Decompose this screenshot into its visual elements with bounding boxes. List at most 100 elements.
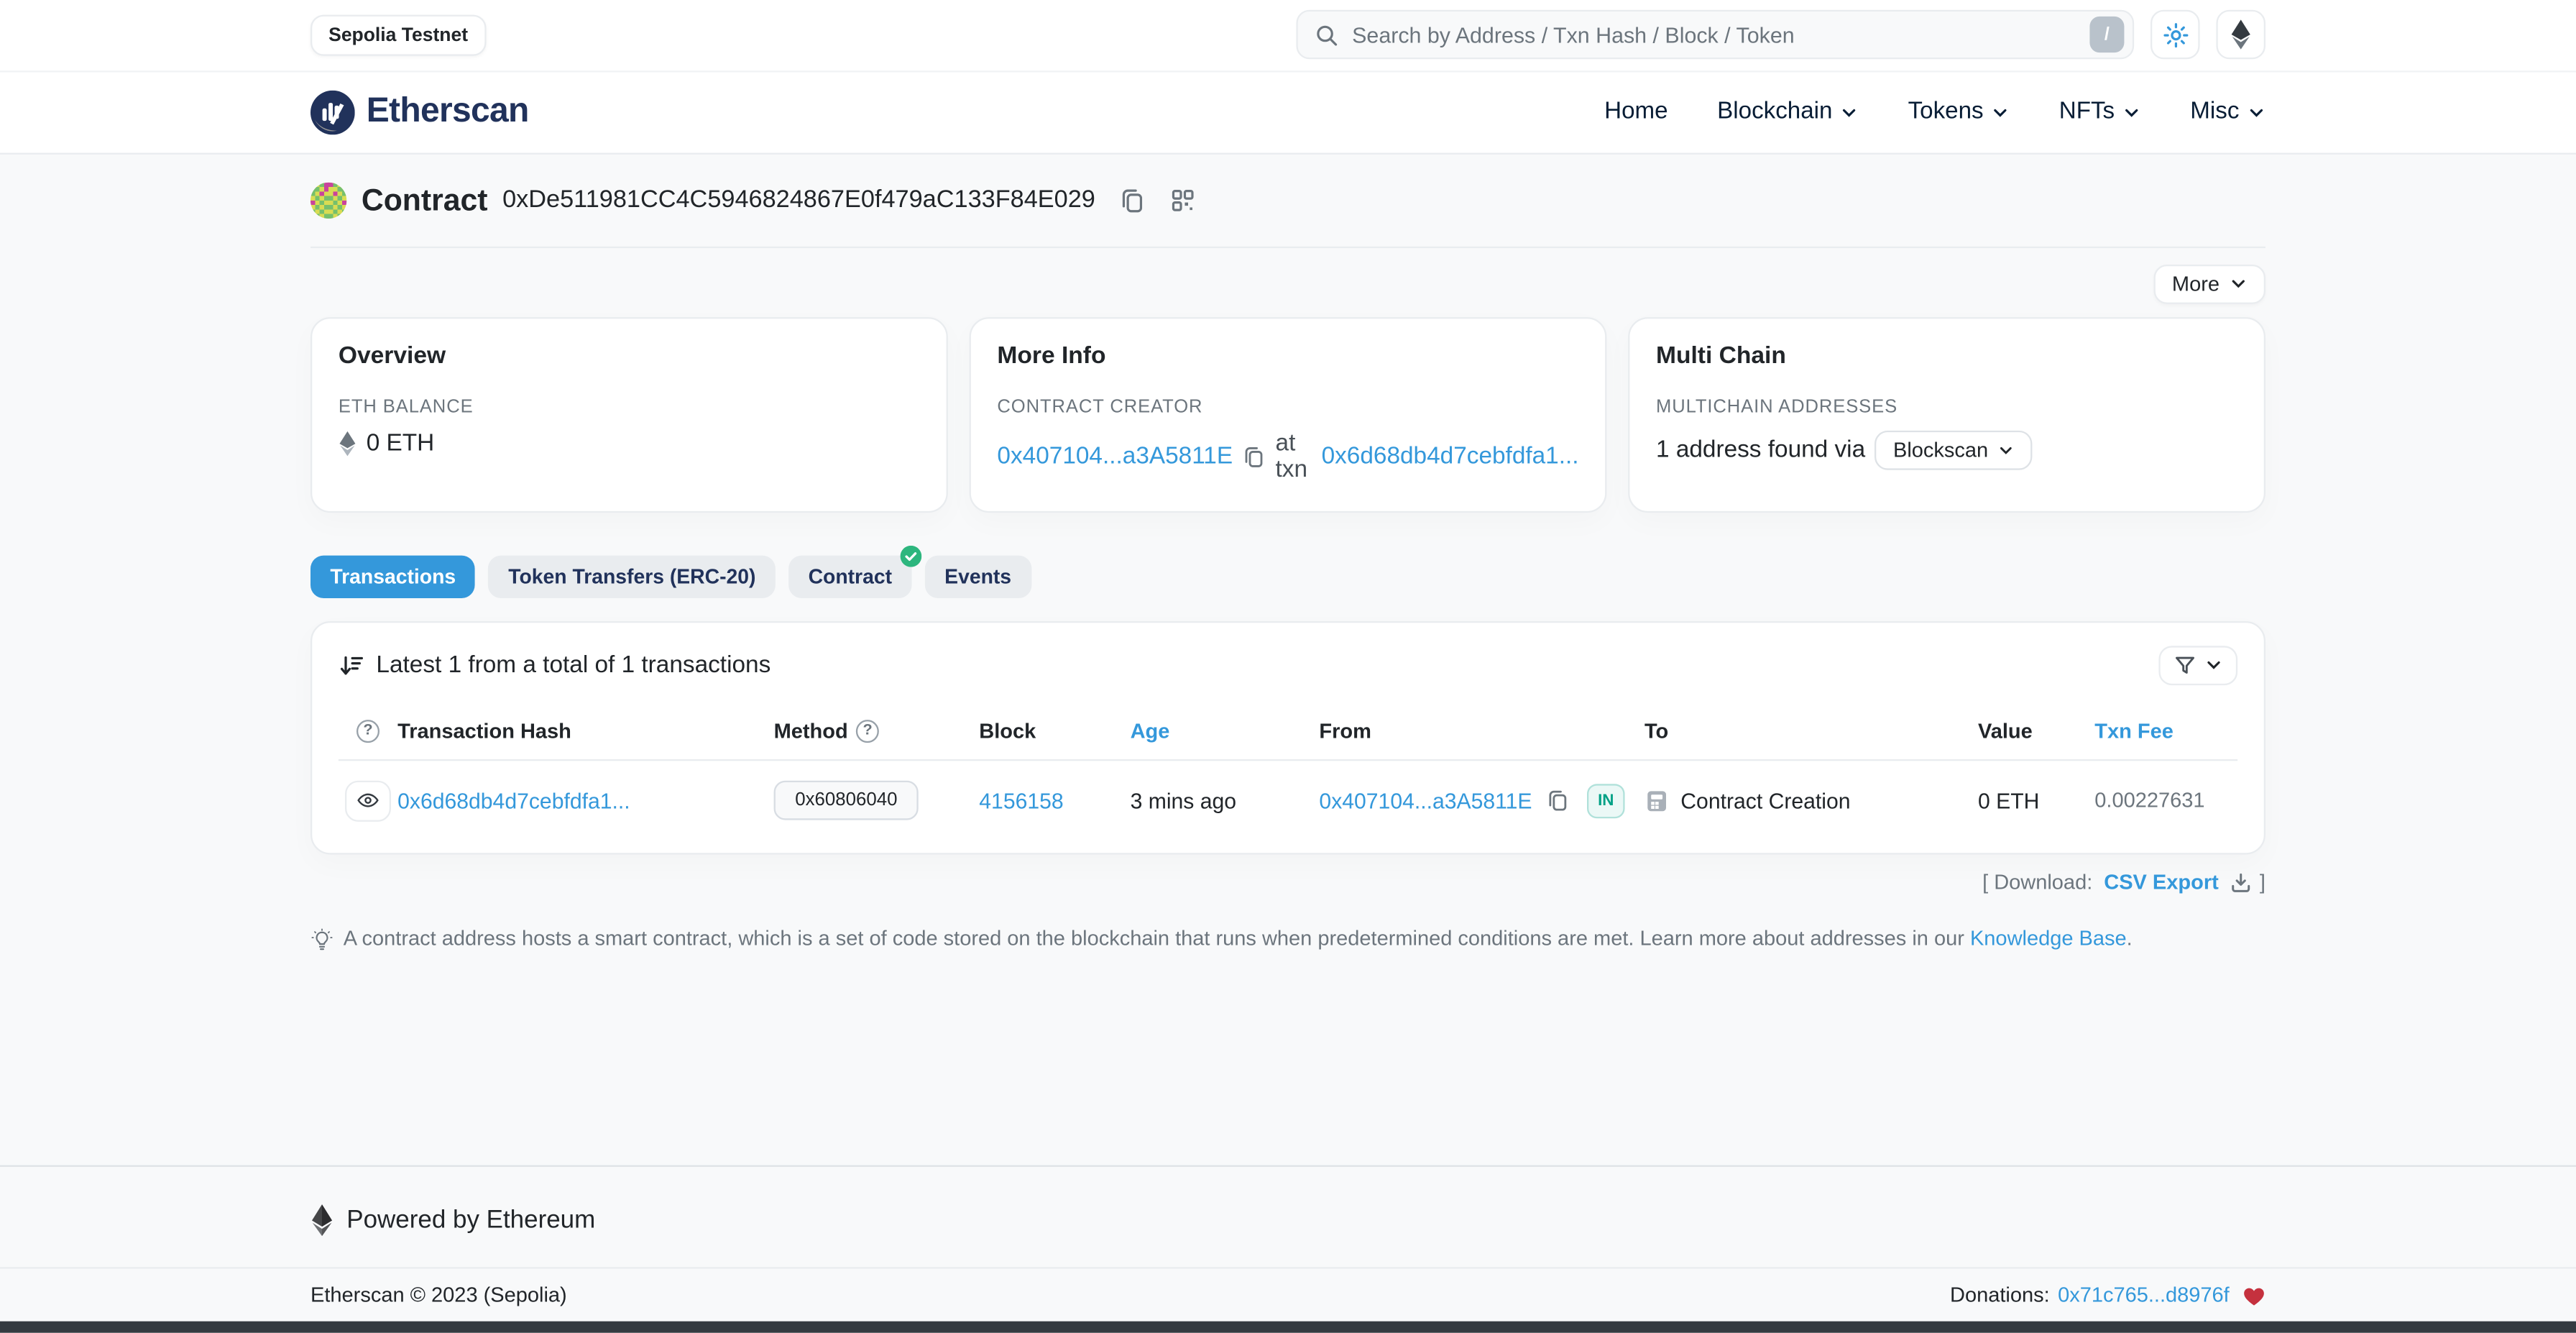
sun-icon bbox=[2161, 21, 2189, 49]
funnel-icon bbox=[2174, 654, 2196, 677]
from-cell: 0x407104...a3A5811E bbox=[1319, 788, 1587, 812]
heart-icon bbox=[2242, 1284, 2266, 1306]
header-divider bbox=[310, 246, 2266, 247]
creator-address-link[interactable]: 0x407104...a3A5811E bbox=[997, 443, 1233, 469]
qr-code-button[interactable] bbox=[1169, 187, 1196, 214]
to-cell: Contract Creation bbox=[1644, 788, 1978, 812]
tab-bar: Transactions Token Transfers (ERC-20) Co… bbox=[310, 555, 2266, 597]
top-bar: Sepolia Testnet / bbox=[0, 0, 2576, 70]
filter-button[interactable] bbox=[2158, 645, 2237, 684]
from-address-link[interactable]: 0x407104...a3A5811E bbox=[1319, 788, 1532, 812]
contract-address: 0xDe511981CC4C5946824867E0f479aC133F84E0… bbox=[502, 186, 1095, 214]
multichain-card: Multi Chain MULTICHAIN ADDRESSES 1 addre… bbox=[1628, 316, 2266, 512]
multichain-found-text: 1 address found via bbox=[1656, 436, 1865, 463]
blockscan-selector[interactable]: Blockscan bbox=[1875, 430, 2033, 469]
contract-identicon bbox=[310, 182, 346, 218]
sort-icon bbox=[339, 652, 365, 679]
method-badge[interactable]: 0x60806040 bbox=[774, 781, 919, 820]
contract-creator-label: CONTRACT CREATOR bbox=[997, 397, 1578, 416]
multichain-addresses-label: MULTICHAIN ADDRESSES bbox=[1656, 397, 2237, 416]
eye-icon bbox=[356, 789, 380, 812]
etherscan-page: Sepolia Testnet / bbox=[0, 0, 2576, 1333]
nav-label: Home bbox=[1604, 99, 1668, 126]
theme-toggle-button[interactable] bbox=[2150, 11, 2200, 60]
nav-item-nfts[interactable]: NFTs bbox=[2059, 99, 2141, 126]
etherscan-logo[interactable]: Etherscan bbox=[310, 90, 529, 134]
transactions-card: Latest 1 from a total of 1 transactions … bbox=[310, 620, 2266, 854]
transactions-summary: Latest 1 from a total of 1 transactions bbox=[376, 652, 770, 679]
nav-item-tokens[interactable]: Tokens bbox=[1908, 99, 2010, 126]
donations-address-link[interactable]: 0x71c765...d8976f bbox=[2058, 1283, 2230, 1306]
copy-creator-button[interactable] bbox=[1243, 445, 1266, 468]
col-method: Method ? bbox=[774, 719, 980, 742]
donations-label: Donations: bbox=[1950, 1283, 2050, 1306]
powered-by-text: Powered by Ethereum bbox=[346, 1206, 595, 1235]
contract-note: A contract address hosts a smart contrac… bbox=[310, 926, 2266, 950]
nav-menu: Home Blockchain Tokens NFTs Misc bbox=[1604, 99, 2266, 126]
chevron-down-icon bbox=[2248, 103, 2266, 121]
method-cell: 0x60806040 bbox=[774, 781, 980, 820]
help-icon[interactable]: ? bbox=[856, 719, 879, 742]
powered-by-row: Powered by Ethereum bbox=[310, 1167, 2266, 1267]
transactions-toolbar: Latest 1 from a total of 1 transactions bbox=[339, 645, 2237, 684]
copy-address-button[interactable] bbox=[1118, 187, 1145, 214]
knowledge-base-link[interactable]: Knowledge Base bbox=[1970, 926, 2127, 949]
search-input[interactable] bbox=[1352, 23, 2076, 47]
tab-events[interactable]: Events bbox=[925, 555, 1031, 597]
txn-hash-link[interactable]: 0x6d68db4d7cebfdfa1... bbox=[397, 788, 773, 812]
search-icon bbox=[1315, 23, 1339, 47]
nav-label: Tokens bbox=[1908, 99, 1984, 126]
txn-preview-button[interactable] bbox=[345, 780, 391, 821]
tab-transactions[interactable]: Transactions bbox=[310, 555, 476, 597]
nav-label: Misc bbox=[2190, 99, 2239, 126]
nav-item-misc[interactable]: Misc bbox=[2190, 99, 2266, 126]
col-txn-fee[interactable]: Txn Fee bbox=[2094, 719, 2237, 742]
etherscan-logo-icon bbox=[310, 90, 355, 134]
eth-balance-label: ETH BALANCE bbox=[339, 397, 920, 416]
table-header-row: ? Transaction Hash Method ? Block Age Fr… bbox=[339, 719, 2237, 759]
contract-header: Contract 0xDe511981CC4C5946824867E0f479a… bbox=[310, 154, 2266, 218]
ethereum-logo-icon bbox=[310, 1203, 334, 1237]
col-to: To bbox=[1644, 719, 1978, 742]
chevron-down-icon bbox=[2123, 103, 2141, 121]
overview-title: Overview bbox=[339, 343, 920, 370]
nav-item-blockchain[interactable]: Blockchain bbox=[1717, 99, 1859, 126]
lightbulb-icon bbox=[310, 928, 334, 951]
note-text: A contract address hosts a smart contrac… bbox=[344, 926, 2133, 949]
csv-export-link[interactable]: CSV Export bbox=[2104, 871, 2219, 894]
nav-label: Blockchain bbox=[1717, 99, 1832, 126]
ethereum-icon bbox=[2230, 20, 2253, 50]
direction-in-badge: IN bbox=[1587, 783, 1625, 817]
network-switch-button[interactable] bbox=[2216, 11, 2266, 60]
copy-icon bbox=[1545, 789, 1568, 812]
page-title: Contract bbox=[362, 182, 488, 218]
overview-card: Overview ETH BALANCE 0 ETH bbox=[310, 316, 948, 512]
txn-fee-cell: 0.00227631 bbox=[2094, 789, 2237, 812]
copy-from-button[interactable] bbox=[1545, 789, 1568, 812]
col-age[interactable]: Age bbox=[1131, 719, 1320, 742]
footer: Powered by Ethereum Etherscan © 2023 (Se… bbox=[0, 1165, 2576, 1321]
search-bar[interactable]: / bbox=[1296, 11, 2134, 60]
help-icon[interactable]: ? bbox=[356, 719, 380, 742]
note-body: A contract address hosts a smart contrac… bbox=[344, 926, 1970, 949]
creation-txn-link[interactable]: 0x6d68db4d7cebfdfa1... bbox=[1322, 443, 1579, 469]
main-content: Contract 0xDe511981CC4C5946824867E0f479a… bbox=[310, 154, 2266, 1165]
network-badge[interactable]: Sepolia Testnet bbox=[310, 14, 486, 55]
footer-bottom-row: Etherscan © 2023 (Sepolia) Donations: 0x… bbox=[310, 1269, 2266, 1321]
tab-contract-label: Contract bbox=[809, 564, 892, 587]
nav-item-home[interactable]: Home bbox=[1604, 99, 1668, 126]
qr-code-icon bbox=[1169, 187, 1196, 214]
more-info-card: More Info CONTRACT CREATOR 0x407104...a3… bbox=[970, 316, 1607, 512]
donations: Donations: 0x71c765...d8976f bbox=[1950, 1283, 2266, 1306]
nav-label: NFTs bbox=[2059, 99, 2115, 126]
slash-shortcut-key: / bbox=[2089, 17, 2124, 53]
block-link[interactable]: 4156158 bbox=[979, 788, 1130, 812]
topbar-actions: / bbox=[1296, 11, 2266, 60]
tab-token-transfers[interactable]: Token Transfers (ERC-20) bbox=[489, 555, 776, 597]
value-cell: 0 ETH bbox=[1978, 788, 2094, 812]
col-value: Value bbox=[1978, 719, 2094, 742]
more-button[interactable]: More bbox=[2154, 264, 2266, 303]
eth-balance-value: 0 ETH bbox=[367, 430, 435, 457]
verified-check-icon bbox=[900, 545, 921, 567]
tab-contract[interactable]: Contract bbox=[788, 555, 911, 597]
